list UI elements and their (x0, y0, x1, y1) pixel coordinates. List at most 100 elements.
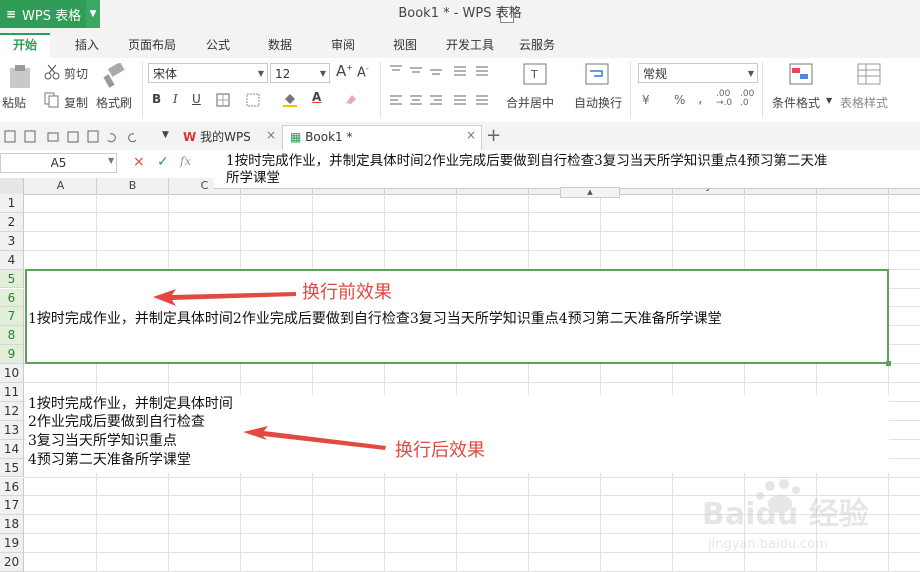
tab-page-layout[interactable]: 页面布局 (128, 36, 176, 56)
horizontal-align-icons[interactable] (388, 94, 498, 108)
formula-content-line1: 1按时完成作业，并制定具体时间2作业完成后要做到自行检查3复习当天所学知识重点4… (226, 153, 828, 169)
merge-center-icon: T (523, 63, 547, 85)
row-header-14[interactable]: 14 (0, 439, 24, 459)
close-icon[interactable]: × (266, 128, 276, 142)
copy-icon (44, 92, 59, 108)
chevron-down-icon[interactable]: ▼ (108, 156, 114, 165)
row-header-13[interactable]: 13 (0, 420, 24, 440)
annotation-after: 换行后效果 (395, 440, 485, 461)
wrapped-line-1: 1按时完成作业，并制定具体时间 (28, 396, 233, 412)
increase-font-icon[interactable]: A+ (336, 62, 353, 80)
close-icon[interactable]: × (466, 128, 476, 142)
row-header-2[interactable]: 2 (0, 212, 24, 232)
app-name: WPS 表格 (22, 8, 82, 24)
tab-review[interactable]: 审阅 (331, 36, 355, 56)
tab-home[interactable]: 开始 (13, 36, 37, 56)
row-header-17[interactable]: 17 (0, 496, 24, 516)
row-header-6[interactable]: 6 (0, 288, 24, 308)
row-header-19[interactable]: 19 (0, 534, 24, 554)
clear-format-icon[interactable] (344, 92, 358, 106)
chevron-down-icon[interactable]: ▼ (86, 0, 100, 28)
document-icon (500, 7, 514, 23)
tab-book1-content: ▦ Book1 * (290, 125, 353, 149)
bold-icon[interactable]: B (152, 92, 161, 106)
wrap-text-icon (585, 63, 609, 85)
conditional-format-button[interactable]: 条件格式 (772, 94, 820, 111)
ribbon-separator (142, 62, 143, 118)
cell-before-wrap: 1按时完成作业，并制定具体时间2作业完成后要做到自行检查3复习当天所学知识重点4… (28, 311, 722, 327)
percent-icon[interactable]: % (674, 93, 685, 107)
italic-icon[interactable]: I (173, 92, 178, 106)
row-header-18[interactable]: 18 (0, 515, 24, 535)
cancel-icon[interactable]: × (133, 154, 145, 170)
font-color-icon[interactable]: A (312, 90, 321, 104)
row-header-10[interactable]: 10 (0, 364, 24, 383)
fill-color-icon[interactable] (282, 91, 298, 107)
chevron-down-icon[interactable]: ▼ (162, 130, 169, 140)
watermark-brand: Baidu 经验 (702, 497, 869, 532)
row-header-9[interactable]: 9 (0, 345, 24, 365)
name-box[interactable]: A5 (0, 153, 117, 173)
font-name-select[interactable]: 宋体 ▼ (148, 63, 268, 83)
select-all-button[interactable] (0, 178, 24, 194)
row-header-20[interactable]: 20 (0, 553, 24, 572)
row-header-11[interactable]: 11 (0, 383, 24, 402)
row-header-5[interactable]: 5 (0, 269, 24, 289)
collapse-formula-icon[interactable]: ▲ (560, 187, 620, 198)
confirm-icon[interactable]: ✓ (157, 154, 169, 170)
fill-handle[interactable] (886, 361, 891, 366)
baidu-watermark: Baidu 经验 jingyan.baidu.com (702, 479, 869, 552)
merge-cells-icon[interactable] (246, 93, 260, 107)
wrap-text-button[interactable]: 自动换行 (574, 94, 622, 111)
app-menu-button[interactable]: ≡ WPS 表格 ▼ (0, 0, 100, 28)
ribbon-separator (762, 62, 763, 118)
paste-button[interactable]: 粘贴 (2, 94, 26, 111)
format-painter-button[interactable]: 格式刷 (96, 94, 132, 111)
increase-decimal-icon[interactable]: .00 →.0 (716, 90, 732, 108)
insert-function-icon[interactable]: fx (180, 154, 191, 168)
underline-icon[interactable]: U (192, 92, 201, 106)
name-box-value: A5 (50, 156, 67, 170)
copy-button[interactable]: 复制 (64, 94, 88, 111)
column-header-a[interactable]: A (25, 178, 97, 194)
ribbon-separator (630, 62, 631, 118)
number-format-select[interactable]: 常规 ▼ (638, 63, 758, 83)
quick-access-toolbar[interactable] (4, 130, 154, 144)
column-header-b[interactable]: B (97, 178, 169, 194)
border-icon[interactable] (216, 93, 230, 107)
row-header-15[interactable]: 15 (0, 458, 24, 478)
tab-data[interactable]: 数据 (268, 36, 292, 56)
formula-content-line2: 所学课堂 (226, 170, 280, 186)
tab-my-wps[interactable]: W 我的WPS (183, 125, 251, 149)
row-header-16[interactable]: 16 (0, 477, 24, 497)
row-header-4[interactable]: 4 (0, 250, 24, 270)
chevron-down-icon: ▼ (747, 69, 754, 78)
tab-book1-label: Book1 * (305, 130, 353, 144)
number-format-value: 常规 (643, 67, 668, 81)
row-header-7[interactable]: 7 (0, 307, 24, 327)
svg-text:T: T (530, 68, 538, 81)
row-header-12[interactable]: 12 (0, 401, 24, 421)
tab-formula[interactable]: 公式 (206, 36, 230, 56)
thousands-separator-icon[interactable]: ‚ (698, 91, 702, 107)
cut-button[interactable]: 剪切 (64, 65, 88, 82)
new-tab-icon[interactable]: + (486, 125, 501, 146)
conditional-format-icon (789, 63, 813, 85)
table-style-button[interactable]: 表格样式 (840, 94, 888, 111)
currency-icon[interactable]: ¥ (642, 93, 650, 107)
vertical-align-icons[interactable] (388, 64, 498, 78)
decrease-font-icon[interactable]: A- (357, 64, 369, 80)
tab-view[interactable]: 视图 (393, 36, 417, 56)
tab-cloud[interactable]: 云服务 (519, 36, 555, 56)
paste-icon[interactable] (6, 64, 34, 90)
tab-insert[interactable]: 插入 (75, 36, 99, 56)
red-arrow-after (243, 426, 386, 450)
merge-center-button[interactable]: 合并居中 (506, 94, 554, 111)
decrease-decimal-icon[interactable]: .00.0 (740, 90, 754, 108)
row-header-8[interactable]: 8 (0, 326, 24, 346)
row-header-3[interactable]: 3 (0, 231, 24, 251)
gridline-horizontal (24, 230, 920, 232)
font-size-select[interactable]: 12 ▼ (270, 63, 330, 83)
tab-developer[interactable]: 开发工具 (446, 36, 494, 56)
row-header-1[interactable]: 1 (0, 194, 24, 213)
